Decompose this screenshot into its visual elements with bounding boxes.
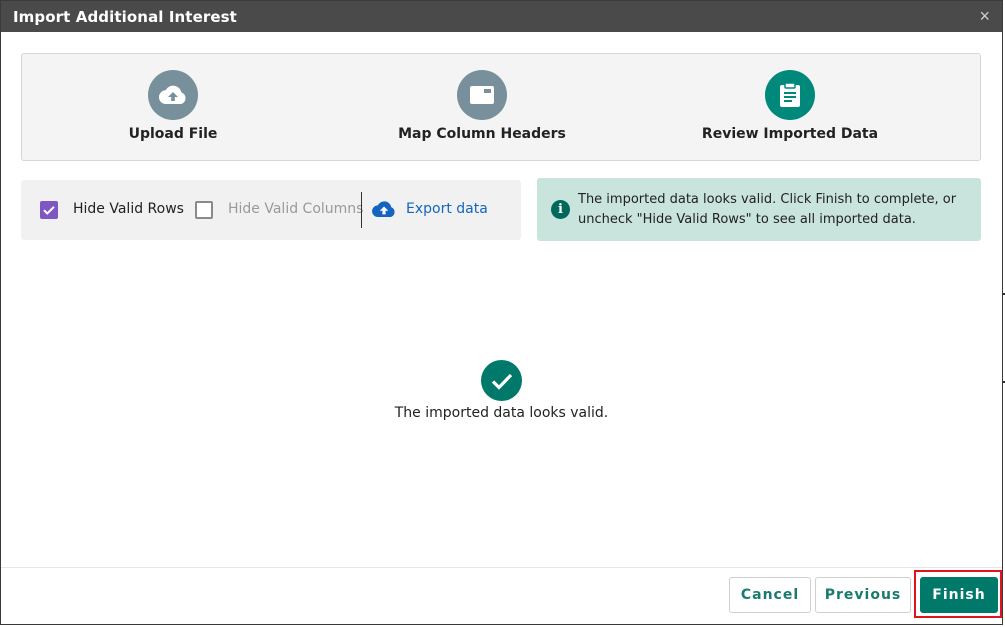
step-upload-file[interactable]: Upload File — [73, 70, 273, 142]
info-banner: i The imported data looks valid. Click F… — [537, 178, 981, 241]
valid-message: The imported data looks valid. — [394, 405, 609, 421]
step-review-imported-data[interactable]: Review Imported Data — [690, 70, 890, 142]
export-data-link[interactable]: Export data — [406, 201, 488, 217]
dialog-titlebar: Import Additional Interest × — [1, 1, 1002, 32]
cloud-upload-icon — [148, 70, 198, 120]
finish-highlight-box — [914, 570, 1002, 618]
hide-valid-rows-checkbox[interactable] — [40, 201, 58, 219]
review-toolbar: Hide Valid Rows Hide Valid Columns Expor… — [21, 180, 521, 240]
step-label: Review Imported Data — [701, 126, 879, 142]
step-map-column-headers[interactable]: Map Column Headers — [382, 70, 582, 142]
import-dialog: Import Additional Interest × Upload File… — [0, 0, 1003, 625]
previous-button[interactable]: Previous — [815, 577, 911, 613]
hide-valid-rows-label[interactable]: Hide Valid Rows — [73, 201, 184, 217]
info-text-line: The imported data looks valid. Click Fin… — [578, 192, 957, 207]
info-text: The imported data looks valid. Click Fin… — [578, 190, 973, 230]
hide-valid-columns-checkbox[interactable] — [195, 201, 213, 219]
window-icon — [457, 70, 507, 120]
step-label: Upload File — [128, 126, 218, 142]
info-text-line: uncheck "Hide Valid Rows" to see all imp… — [578, 212, 916, 227]
info-icon: i — [551, 200, 570, 219]
checkmark-icon — [43, 206, 55, 215]
check-circle-icon — [481, 360, 522, 401]
toolbar-divider — [361, 192, 362, 228]
dialog-title: Import Additional Interest — [13, 8, 237, 26]
hide-valid-columns-label[interactable]: Hide Valid Columns — [228, 201, 363, 217]
cancel-button[interactable]: Cancel — [729, 577, 811, 613]
footer-divider — [1, 567, 1002, 568]
clipboard-icon — [765, 70, 815, 120]
step-label: Map Column Headers — [398, 126, 566, 142]
close-icon[interactable]: × — [979, 6, 990, 27]
export-cloud-icon[interactable] — [372, 200, 396, 224]
import-stepper: Upload File Map Column Headers Review Im… — [21, 53, 981, 161]
